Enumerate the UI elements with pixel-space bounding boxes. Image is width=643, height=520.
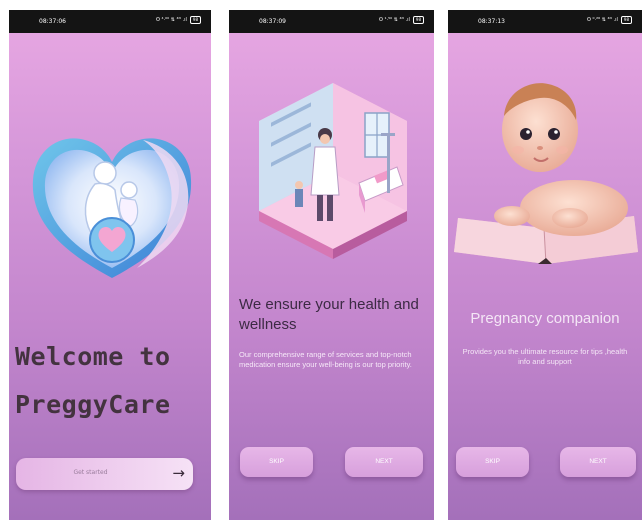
arrow-right-icon: → [172,464,185,482]
signal-icons: ʘ ⁰·²⁶ ⇅ ⁴ᴳ .ıl [587,17,618,23]
hospital-room-illustration [259,83,407,259]
status-icons: ʘ ⁰·²⁶ ⇅ ⁴ᴳ .ıl 98 [587,16,632,24]
status-time: 08:37:13 [478,18,505,25]
status-icons: ʘ ⁴·⁰⁰ ⇅ ⁴ᴳ .ıl 98 [156,16,201,24]
status-time: 08:37:09 [259,18,286,25]
signal-icons: ʘ ⁴·⁰⁰ ⇅ ⁴ᴳ .ıl [156,17,187,23]
battery-icon: 98 [620,16,632,24]
next-button[interactable]: NEXT [345,447,423,477]
status-bar: 08:37:09 ʘ ¹·⁵⁰ ⇅ ⁴ᴳ .ıl 98 [229,10,434,33]
baby-on-book-image [454,83,638,265]
onboarding-companion-screen: 08:37:13 ʘ ⁰·²⁶ ⇅ ⁴ᴳ .ıl 98 Pregnancy co… [448,10,642,520]
onboarding-health-screen: 08:37:09 ʘ ¹·⁵⁰ ⇅ ⁴ᴳ .ıl 98 We ensure yo… [229,10,434,520]
welcome-screen: 08:37:06 ʘ ⁴·⁰⁰ ⇅ ⁴ᴳ .ıl 98 Welcome to P… [9,10,211,520]
get-started-button[interactable]: Get started → [16,458,193,490]
get-started-label: Get started [73,469,108,476]
status-bar: 08:37:06 ʘ ⁴·⁰⁰ ⇅ ⁴ᴳ .ıl 98 [9,10,211,33]
skip-button[interactable]: SKIP [456,447,529,477]
skip-button[interactable]: SKIP [240,447,313,477]
status-icons: ʘ ¹·⁵⁰ ⇅ ⁴ᴳ .ıl 98 [379,16,424,24]
health-heading: We ensure your health and wellness [239,296,419,333]
companion-description: Provides you the ultimate resource for t… [462,347,628,366]
battery-icon: 98 [189,16,201,24]
status-time: 08:37:06 [39,18,66,25]
signal-icons: ʘ ¹·⁵⁰ ⇅ ⁴ᴳ .ıl [379,17,410,23]
mother-child-logo-icon [32,138,192,278]
health-description: Our comprehensive range of services and … [239,350,412,369]
next-button[interactable]: NEXT [560,447,636,477]
status-bar: 08:37:13 ʘ ⁰·²⁶ ⇅ ⁴ᴳ .ıl 98 [448,10,642,33]
battery-icon: 98 [412,16,424,24]
app-name-title: PreggyCare [15,390,171,419]
companion-heading: Pregnancy companion [470,310,620,327]
welcome-title-line1: Welcome to [15,342,171,371]
